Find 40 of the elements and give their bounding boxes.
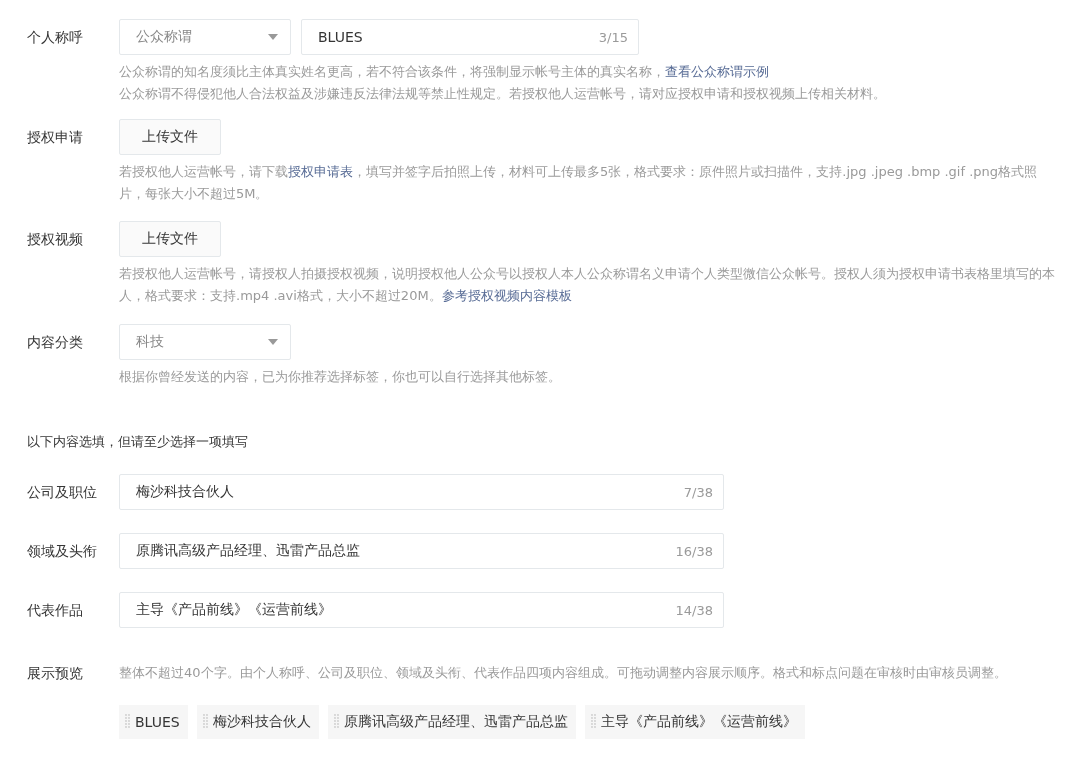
help-link[interactable]: 授权申请表 [288, 164, 353, 179]
drag-handle-icon[interactable] [590, 714, 596, 730]
help-link[interactable]: 查看公众称谓示例 [665, 64, 769, 79]
field-label: 内容分类 [27, 333, 84, 352]
help-text: 若授权他人运营帐号，请下载授权申请表，填写并签字后拍照上传，材料可上传最多5张，格式要求：原件照片或扫描件，支持.jpg .jpeg .bmp .gif .png格式照片，每张大小不超过5M。 [119, 163, 1039, 203]
dropdown[interactable]: 公众称谓 [119, 19, 291, 55]
preview-tag[interactable]: 主导《产品前线》《运营前线》 [584, 705, 805, 739]
caret-icon [268, 34, 278, 40]
character-counter: 14/38 [675, 602, 713, 618]
text-field[interactable]: 梅沙科技合伙人 7/38 [119, 474, 724, 510]
field-label: 授权视频 [27, 230, 84, 249]
field-label: 领域及头衔 [27, 542, 98, 561]
field-label: 授权申请 [27, 128, 84, 147]
help-text: 公众称谓不得侵犯他人合法权益及涉嫌违反法律法规等禁止性规定。若授权他人运营帐号，请对应授权申请和授权视频上传相关材料。 [119, 85, 887, 103]
help-text: 整体不超过40个字。由个人称呼、公司及职位、领域及头衔、代表作品四项内容组成。可拖动调整内容展示顺序。格式和标点问题在审核时由审核员调整。 [119, 664, 1008, 682]
help-link[interactable]: 参考授权视频内容模板 [441, 288, 572, 303]
character-counter: 7/38 [683, 484, 713, 500]
field-label: 个人称呼 [27, 28, 84, 47]
text-field[interactable]: BLUES 3/15 [301, 19, 639, 55]
text-field[interactable]: 原腾讯高级产品经理、迅雷产品总监 16/38 [119, 533, 724, 569]
character-counter: 3/15 [598, 29, 628, 45]
field-label: 展示预览 [27, 664, 84, 683]
help-text: 若授权他人运营帐号，请授权人拍摄授权视频，说明授权他人公众号以授权人本人公众称谓名义申请个人类型微信公众帐号。授权人须为授权申请书表格里填写的本人，格式要求：支持.mp4 .avi格式，大小不超过20M。参考授权视频内容模板 [119, 265, 1056, 305]
field-label: 代表作品 [27, 601, 84, 620]
upload-button[interactable]: 上传文件 [119, 221, 221, 257]
drag-handle-icon[interactable] [202, 714, 208, 730]
drag-handle-icon[interactable] [125, 714, 130, 730]
caret-icon [268, 339, 278, 345]
help-text: 根据你曾经发送的内容，已为你推荐选择标签，你也可以自行选择其他标签。 [119, 368, 562, 386]
preview-tag[interactable]: 原腾讯高级产品经理、迅雷产品总监 [327, 705, 576, 739]
preview-tag[interactable]: 梅沙科技合伙人 [196, 705, 319, 739]
character-counter: 16/38 [675, 543, 713, 559]
section-heading: 以下内容选填，但请至少选择一项填写 [27, 433, 249, 451]
drag-handle-icon[interactable] [333, 714, 339, 730]
preview-tag[interactable]: BLUES [119, 705, 188, 739]
upload-button[interactable]: 上传文件 [119, 119, 221, 155]
dropdown[interactable]: 科技 [119, 324, 291, 360]
field-label: 公司及职位 [27, 483, 98, 502]
help-text: 公众称谓的知名度须比主体真实姓名更高，若不符合该条件，将强制显示帐号主体的真实名称，查看公众称谓示例 [119, 63, 770, 81]
text-field[interactable]: 主导《产品前线》《运营前线》 14/38 [119, 592, 724, 628]
